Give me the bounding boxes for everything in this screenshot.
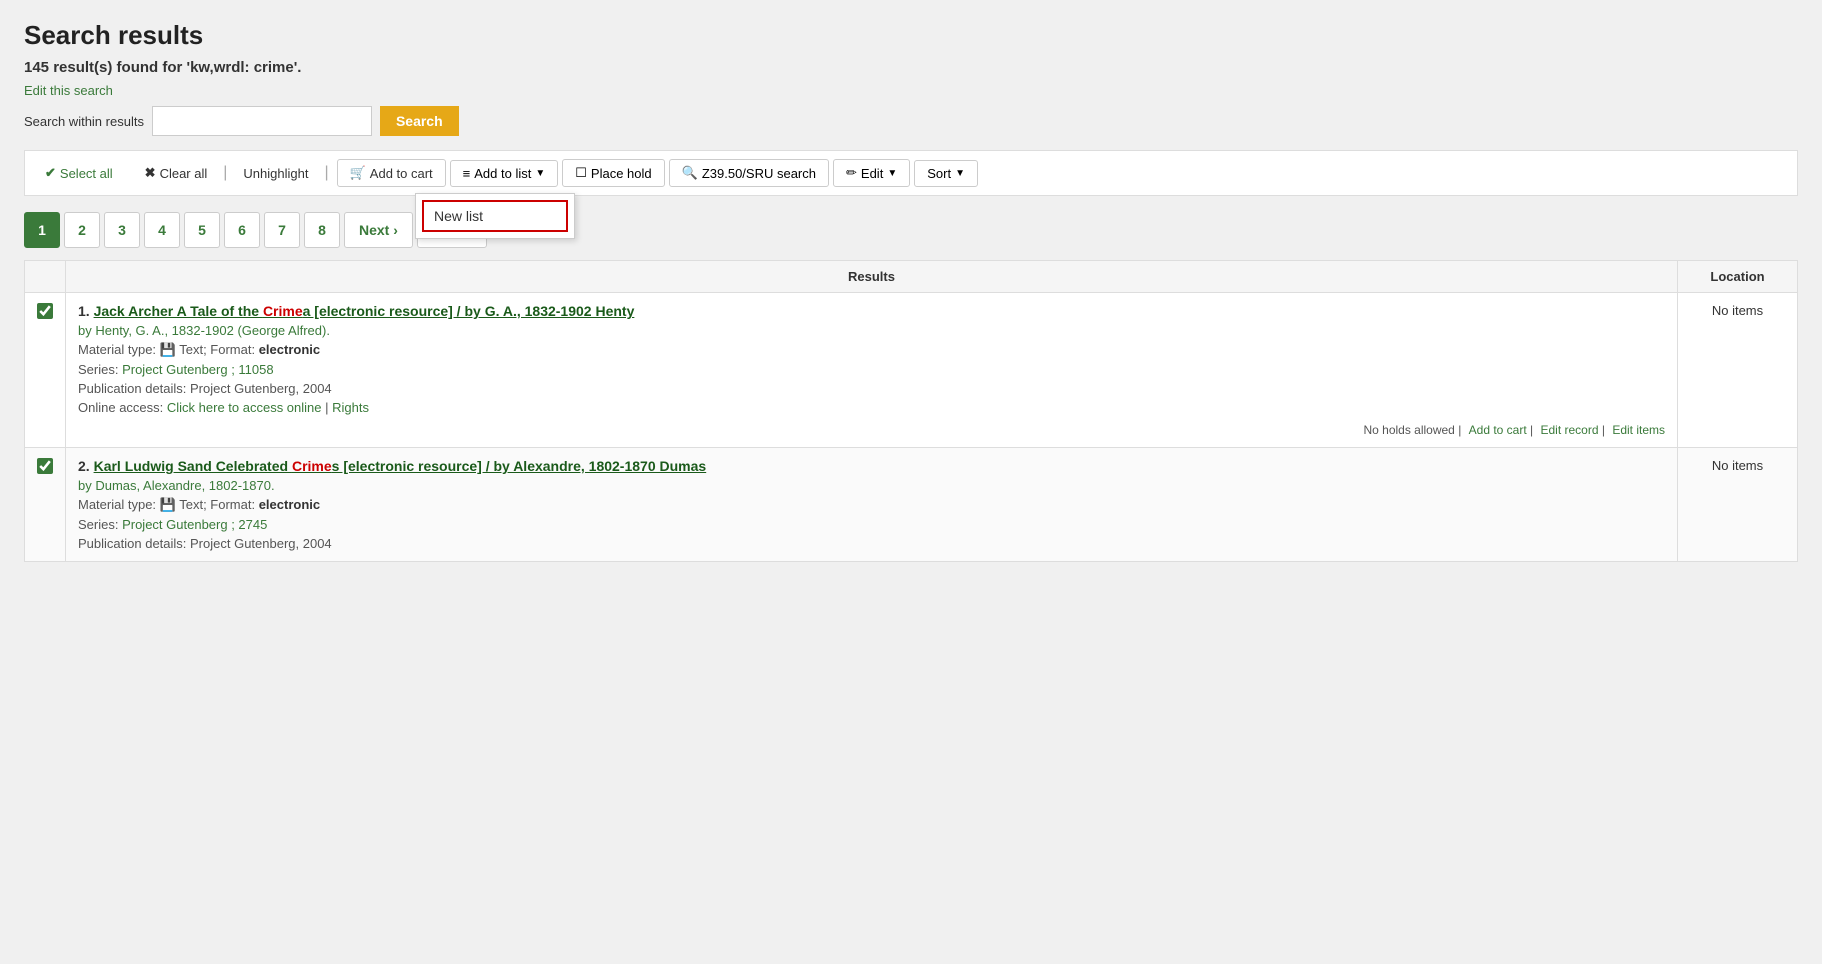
material-type-icon: 💾 — [160, 497, 176, 512]
result-author-link[interactable]: by Dumas, Alexandre, 1802-1870. — [78, 478, 275, 493]
place-hold-button[interactable]: ☐ Place hold — [562, 159, 664, 187]
result-action-link[interactable]: Edit items — [1612, 423, 1665, 437]
separator-2: | — [219, 164, 231, 182]
new-list-option[interactable]: New list — [422, 200, 568, 232]
edit-button[interactable]: ✏ Edit ▼ — [833, 159, 910, 187]
check-icon: ✔ — [45, 165, 56, 181]
pagination: 1 2 3 4 5 6 7 8 Next › Last » — [24, 196, 1798, 260]
unhighlight-button[interactable]: Unhighlight — [235, 161, 316, 186]
result-title-line: 1. Jack Archer A Tale of the Crimea [ele… — [78, 303, 1665, 319]
result-1-content-cell: 1. Jack Archer A Tale of the Crimea [ele… — [66, 293, 1678, 448]
clear-all-button[interactable]: ✖ Clear all — [137, 160, 216, 186]
material-type-icon: 💾 — [160, 342, 176, 357]
rights-link[interactable]: Rights — [332, 400, 369, 415]
checkbox-col-header — [25, 261, 66, 293]
result-action-link[interactable]: Edit record — [1540, 423, 1598, 437]
result-title-line: 2. Karl Ludwig Sand Celebrated Crimes [e… — [78, 458, 1665, 474]
page-5-button[interactable]: 5 — [184, 212, 220, 248]
sort-caret-icon: ▼ — [955, 168, 965, 179]
pencil-icon: ✏ — [846, 165, 857, 181]
page-4-button[interactable]: 4 — [144, 212, 180, 248]
cart-icon: 🛒 — [350, 165, 366, 181]
no-holds-text: No holds allowed — [1363, 423, 1454, 437]
online-access-link[interactable]: Click here to access online — [167, 400, 322, 415]
hold-icon: ☐ — [575, 165, 587, 181]
result-title-link[interactable]: Karl Ludwig Sand Celebrated Crimes [elec… — [94, 458, 707, 474]
table-row: 1. Jack Archer A Tale of the Crimea [ele… — [25, 293, 1798, 448]
result-action-link[interactable]: Add to cart — [1469, 423, 1527, 437]
page-2-button[interactable]: 2 — [64, 212, 100, 248]
search-icon: 🔍 — [682, 165, 698, 181]
checkbox-cell — [25, 293, 66, 448]
z3950-search-button[interactable]: 🔍 Z39.50/SRU search — [669, 159, 829, 187]
x-icon: ✖ — [145, 165, 156, 181]
result-2-content-cell: 2. Karl Ludwig Sand Celebrated Crimes [e… — [66, 448, 1678, 562]
dropdown-caret-icon: ▼ — [535, 168, 545, 179]
list-icon: ≡ — [463, 166, 471, 181]
table-row: 2. Karl Ludwig Sand Celebrated Crimes [e… — [25, 448, 1798, 562]
add-to-cart-button[interactable]: 🛒 Add to cart — [337, 159, 446, 187]
checkbox-cell — [25, 448, 66, 562]
search-within-label: Search within results — [24, 114, 144, 129]
next-button[interactable]: Next › — [344, 212, 413, 248]
page-3-button[interactable]: 3 — [104, 212, 140, 248]
page-6-button[interactable]: 6 — [224, 212, 260, 248]
page-7-button[interactable]: 7 — [264, 212, 300, 248]
series-link[interactable]: Project Gutenberg ; 11058 — [122, 362, 274, 377]
search-within-button[interactable]: Search — [380, 106, 459, 136]
result-1-checkbox[interactable] — [37, 303, 53, 319]
edit-search-link[interactable]: Edit this search — [24, 83, 113, 98]
results-col-header: Results — [66, 261, 1678, 293]
add-to-list-button[interactable]: ≡ Add to list ▼ — [450, 160, 559, 187]
toolbar: ✔ Select all ✖ Clear all | Unhighlight |… — [24, 150, 1798, 196]
add-to-list-dropdown: New list — [415, 193, 575, 239]
series-link[interactable]: Project Gutenberg ; 2745 — [122, 517, 267, 532]
results-count: 145 result(s) found for 'kw,wrdl: crime'… — [24, 59, 1798, 76]
result-2-checkbox[interactable] — [37, 458, 53, 474]
search-within-input[interactable] — [152, 106, 372, 136]
page-1-button[interactable]: 1 — [24, 212, 60, 248]
result-author-link[interactable]: by Henty, G. A., 1832-1902 (George Alfre… — [78, 323, 330, 338]
result-1-location: No items — [1678, 293, 1798, 448]
edit-caret-icon: ▼ — [887, 168, 897, 179]
separator-3: | — [320, 164, 332, 182]
page-8-button[interactable]: 8 — [304, 212, 340, 248]
location-col-header: Location — [1678, 261, 1798, 293]
results-table: Results Location 1. Jack Archer A Tale o… — [24, 260, 1798, 562]
page-title: Search results — [24, 20, 1798, 51]
sort-button[interactable]: Sort ▼ — [914, 160, 978, 187]
result-title-link[interactable]: Jack Archer A Tale of the Crimea [electr… — [94, 303, 635, 319]
select-all-button[interactable]: ✔ Select all — [37, 160, 121, 186]
result-2-location: No items — [1678, 448, 1798, 562]
